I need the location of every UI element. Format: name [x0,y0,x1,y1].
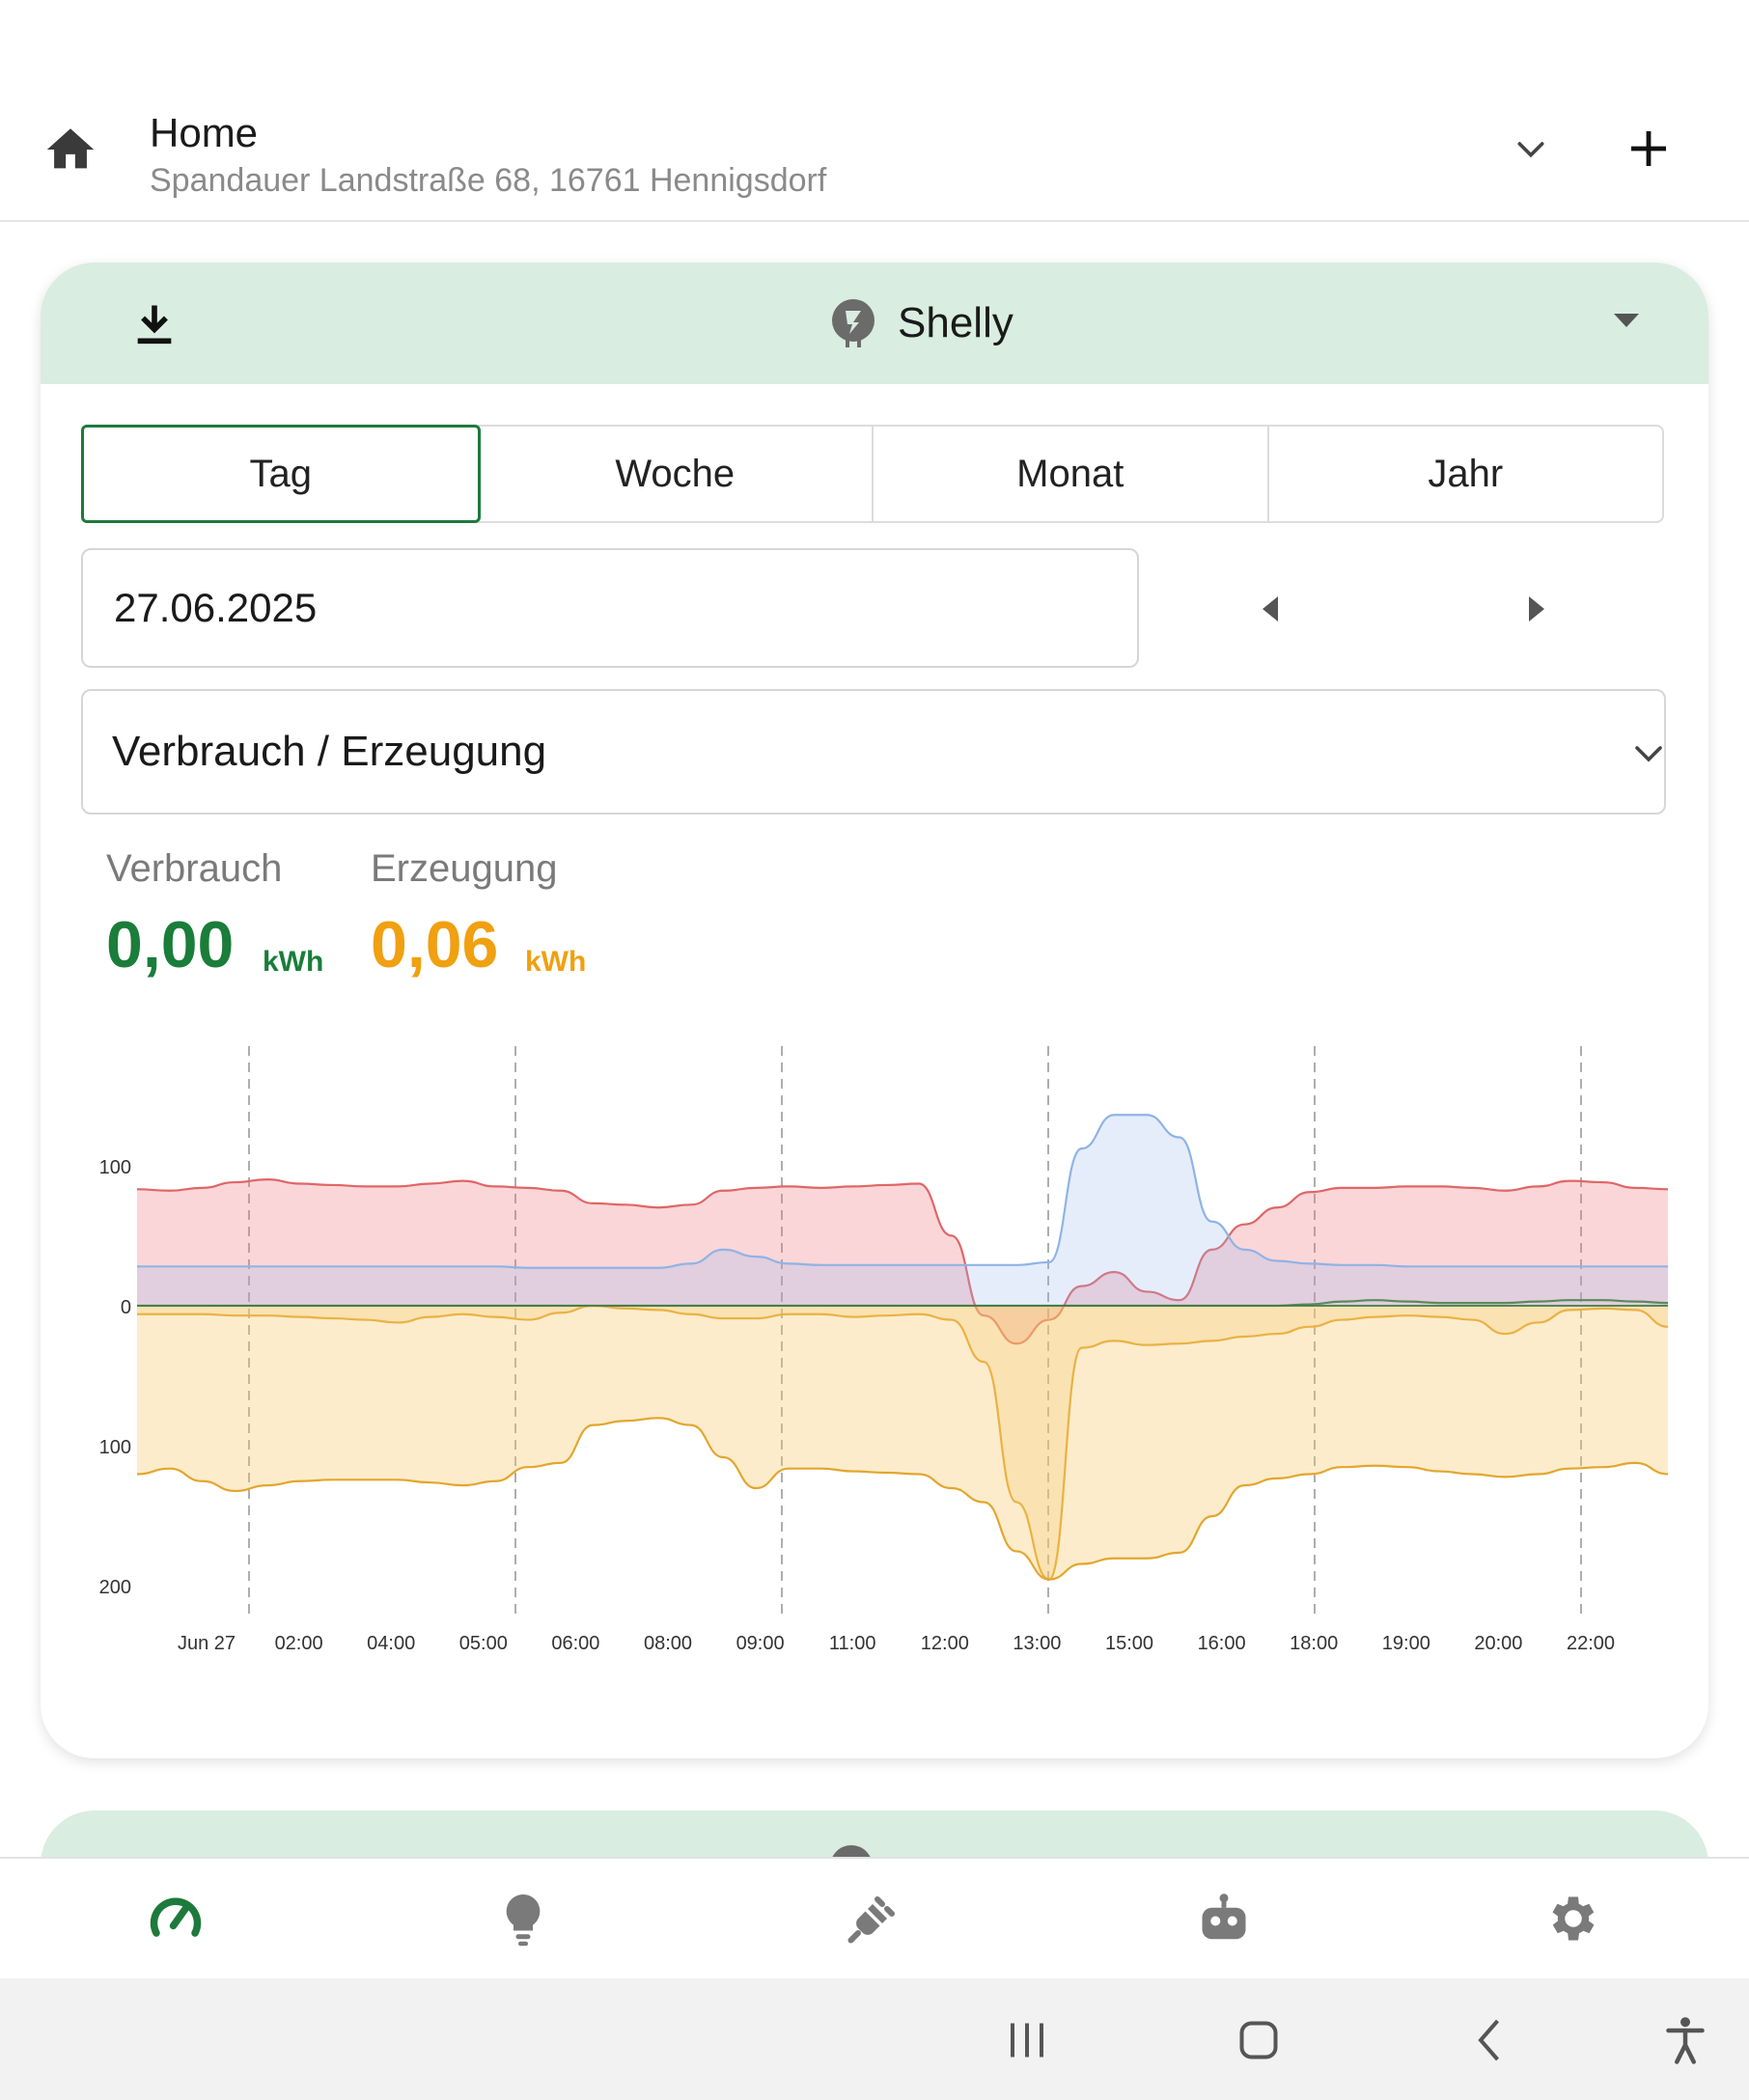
app-screen: Home Spandauer Landstraße 68, 16761 Henn… [0,0,1749,1857]
chart-x-tick-label: 20:00 [1474,1633,1522,1654]
lightbulb-icon[interactable] [494,1890,552,1948]
home-button-icon[interactable] [1230,2011,1288,2069]
back-icon[interactable] [1461,2011,1519,2069]
chart-x-tick-label: 16:00 [1198,1633,1246,1654]
accessibility-icon[interactable] [1656,2011,1714,2069]
chart-y-tick-label: 0 [121,1297,131,1318]
chart-x-tick-label: 12:00 [921,1633,969,1654]
energy-chart: 100 0 100 200 Jun 27 02:00 04:00 05:00 06:00 08:0… [99,1046,1669,1654]
chart-x-tick-label: 15:00 [1105,1633,1153,1654]
chart-y-tick-label: 100 [99,1437,131,1458]
chart-y-tick-label: 200 [99,1577,131,1598]
chart-x-tick-label: 09:00 [736,1633,785,1654]
app-header: Home Spandauer Landstraße 68, 16761 Henn… [0,87,1749,222]
system-navigation-bar [0,1978,1749,2100]
plug-icon[interactable] [844,1890,902,1948]
chart-x-tick-label: 18:00 [1290,1633,1338,1654]
chart-x-tick-label: Jun 27 [178,1633,236,1654]
chart-x-tick-label: 19:00 [1382,1633,1430,1654]
bottom-navigation [0,1857,1749,1978]
gauge-icon[interactable] [147,1890,205,1948]
chart-x-tick-label: 06:00 [551,1633,599,1654]
chart-x-tick-label: 02:00 [275,1633,323,1654]
device-icon [830,1845,873,1857]
chart-x-tick-label: 22:00 [1567,1633,1615,1654]
chart-x-tick-label: 13:00 [1013,1633,1061,1654]
gear-icon[interactable] [1544,1890,1602,1948]
location-address: Spandauer Landstraße 68, 16761 Hennigsdo… [150,162,827,199]
robot-icon[interactable] [1195,1890,1253,1948]
chart-x-tick-label: 04:00 [367,1633,415,1654]
location-dropdown-icon[interactable] [1512,129,1550,168]
chart-y-tick-label: 100 [99,1157,131,1178]
chart-x-tick-label: 08:00 [644,1633,692,1654]
chart-series-orange-lower-area [137,1306,1668,1580]
device-card: Shelly Tag Woche Monat Jahr 27.06.2025 V… [41,262,1708,1758]
home-icon[interactable] [42,122,98,178]
chart-x-tick-label: 11:00 [829,1633,876,1654]
add-icon[interactable] [1625,125,1672,172]
next-device-card[interactable] [41,1810,1708,1857]
recent-apps-icon[interactable] [998,2011,1056,2069]
location-title: Home [150,110,259,155]
chart-x-tick-label: 05:00 [459,1633,508,1654]
